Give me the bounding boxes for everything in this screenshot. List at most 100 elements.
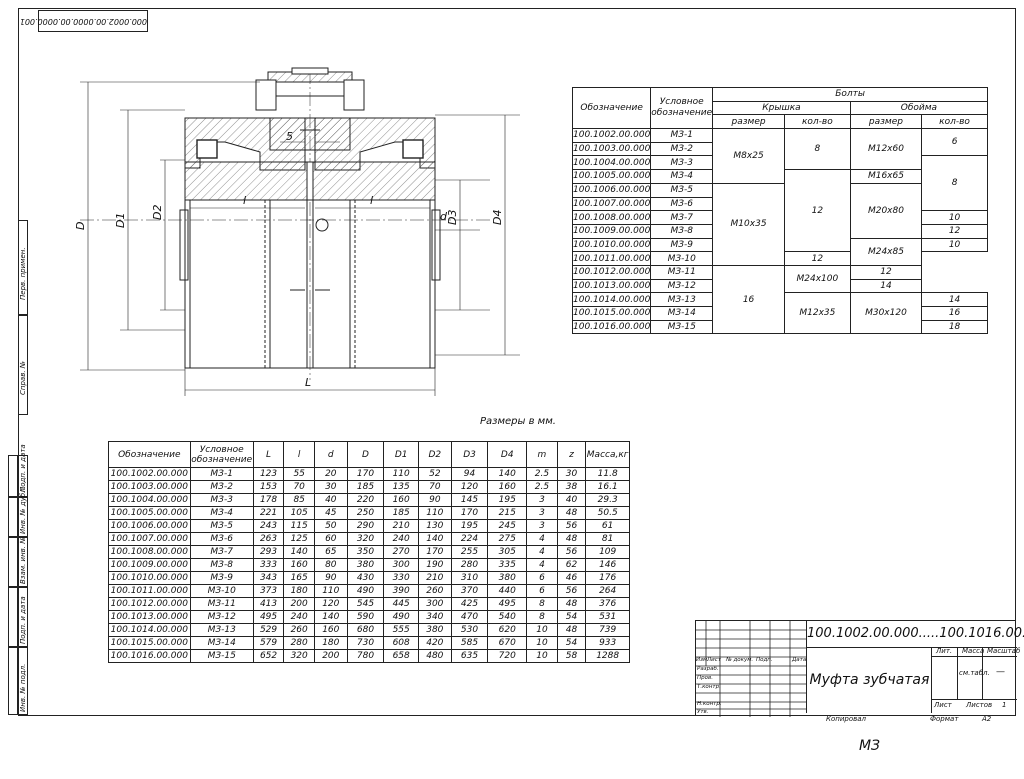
cell: 100.1004.00.000	[108, 493, 191, 507]
cell: МЗ-15	[650, 319, 714, 335]
cell: 58	[556, 649, 587, 663]
cell: 46	[556, 571, 587, 585]
cell: МЗ-4	[189, 506, 254, 520]
dim-D3: D3	[446, 210, 459, 225]
cell: МЗ-3	[650, 155, 714, 171]
cell: 255	[450, 545, 489, 559]
scale-value: см.табл.	[959, 669, 990, 677]
cell: 490	[346, 584, 385, 598]
cell: 100.1005.00.000	[571, 169, 652, 184]
cell: 260	[283, 623, 315, 637]
col-header: кол-во	[921, 114, 988, 130]
cell: 48	[556, 532, 587, 546]
cell: М12х35	[783, 292, 851, 335]
cell: М20х80	[849, 182, 923, 239]
cell: 105	[283, 506, 315, 520]
cell: 18	[921, 319, 988, 335]
dim-L: L	[305, 376, 311, 389]
table-row: 100.1012.00.000 МЗ-11 16 М24х100 12	[571, 264, 988, 335]
dim-l-right: l	[370, 194, 373, 207]
cell: 100.1014.00.000	[571, 292, 652, 307]
lit-label: Лит.	[936, 647, 953, 655]
cell: 100.1003.00.000	[571, 141, 652, 157]
cell: МЗ-10	[650, 251, 714, 266]
coupling-section-drawing: D D1 D2 d D3 D4 l l L 5	[74, 67, 520, 396]
col-header: D2	[418, 441, 452, 468]
cell: МЗ-3	[189, 493, 254, 507]
cell: 90	[418, 493, 452, 507]
cell: 4	[526, 545, 558, 559]
col-header: Обозначение	[571, 86, 652, 130]
cell: 293	[252, 545, 285, 559]
cell: 100.1015.00.000	[108, 636, 191, 650]
cell: МЗ-11	[189, 597, 254, 611]
group-header: Болты	[712, 87, 988, 102]
cell: 48	[556, 597, 587, 611]
cell: 80	[313, 558, 348, 572]
cell: 185	[383, 506, 420, 520]
lit-mass-scale: Лит. Масса Масштаб см.табл. — Лист Листо…	[931, 647, 1020, 713]
cell: 652	[252, 649, 285, 663]
cell: 100.1009.00.000	[571, 223, 652, 239]
cell: 100.1014.00.000	[108, 623, 191, 637]
cell: 495	[487, 597, 528, 611]
cell: 1288	[585, 649, 630, 663]
cell: 100.1002.00.000	[571, 128, 652, 143]
sheet-label: Лист	[934, 701, 952, 709]
cell: М12х60	[849, 128, 923, 171]
table-row: 100.1015.00.000 МЗ-14 579 280 180 730 608 420 58…	[108, 636, 630, 650]
cell: 140	[487, 467, 528, 481]
cell: 670	[487, 636, 528, 650]
cell: МЗ-5	[189, 519, 254, 533]
col-header: Условное обозначение	[189, 441, 254, 468]
cell: 3	[526, 519, 558, 533]
signature-grid: Изм. Лист № докум. Подп. Дата Разраб. Пр…	[696, 621, 806, 717]
cell: 146	[585, 558, 630, 572]
cell: 170	[450, 506, 489, 520]
cell: 343	[252, 571, 285, 585]
cell: 140	[313, 610, 348, 624]
cell: 100.1004.00.000	[571, 155, 652, 171]
cell: 380	[418, 623, 452, 637]
dim-D: D	[74, 222, 87, 230]
col-header: Условное обозначение	[650, 86, 714, 130]
cell: 120	[313, 597, 348, 611]
drawing-name: Муфта зубчатая МЗ	[806, 647, 932, 754]
side-label: Подп. и дата	[19, 444, 27, 492]
cell: 110	[313, 584, 348, 598]
col-header: l	[283, 441, 315, 468]
cell: 780	[346, 649, 385, 663]
cell: 180	[283, 584, 315, 598]
cell: 54	[556, 610, 587, 624]
cell: 305	[487, 545, 528, 559]
col-header: D3	[450, 441, 489, 468]
cell: 350	[346, 545, 385, 559]
sheets-value: 1	[1002, 701, 1007, 709]
mass-label: Масса	[962, 647, 985, 655]
col-header: кол-во	[783, 114, 851, 130]
cell: 300	[418, 597, 452, 611]
cell: М10х35	[712, 182, 785, 266]
dim-D1: D1	[114, 213, 127, 228]
col-header: размер	[712, 114, 785, 130]
cell: 310	[450, 571, 489, 585]
table-row: 100.1004.00.000 МЗ-3 178 85 40 220 160 90 145 195…	[108, 493, 630, 507]
side-cell	[8, 497, 18, 537]
cell: МЗ-13	[650, 292, 714, 307]
side-cell	[8, 455, 18, 497]
table-row: 100.1007.00.000 МЗ-6 263 125 60 320 240 140 224 2…	[108, 532, 630, 546]
cell: 12	[921, 223, 988, 239]
cell: 12	[783, 251, 851, 266]
bolts-table: Обозначение Условное обозначение Болты К…	[571, 86, 989, 335]
cell: 195	[487, 493, 528, 507]
cell: 110	[383, 467, 420, 481]
tb-role: Т.контр.	[697, 684, 721, 690]
cell: 30	[556, 467, 587, 481]
cell: 470	[450, 610, 489, 624]
cell: 56	[556, 519, 587, 533]
cell: 530	[450, 623, 489, 637]
col-header: Обозначение	[108, 441, 191, 468]
cell: 62	[556, 558, 587, 572]
cell: 10	[526, 649, 558, 663]
cell: МЗ-11	[650, 264, 714, 280]
